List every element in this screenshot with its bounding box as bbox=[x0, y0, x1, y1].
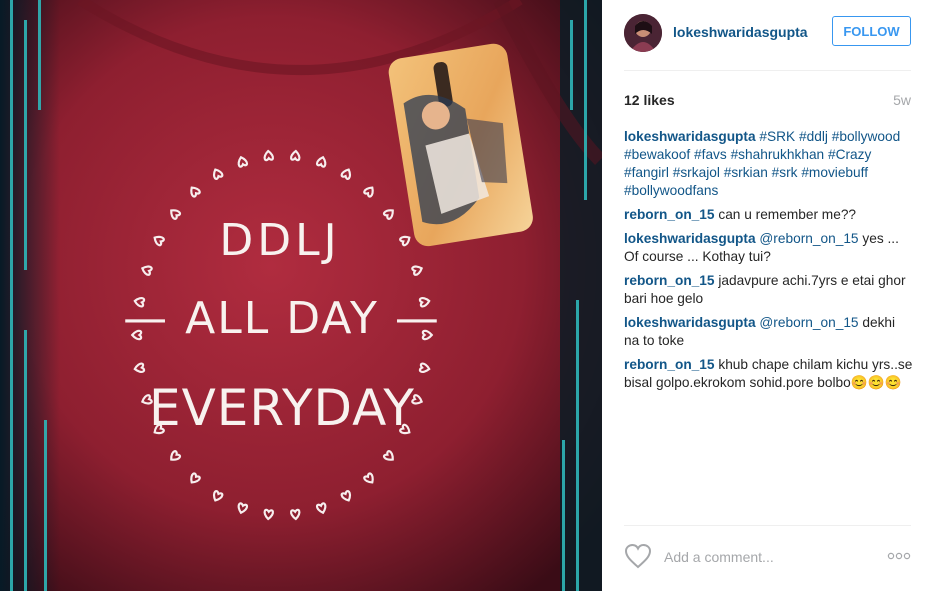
post-header: lokeshwaridasgupta FOLLOW bbox=[624, 14, 911, 52]
avatar-image bbox=[624, 14, 662, 52]
comment-text: can u remember me?? bbox=[718, 207, 857, 222]
hashtag-link[interactable]: #moviebuff bbox=[801, 165, 868, 180]
post-age[interactable]: 5w bbox=[893, 92, 911, 108]
hashtag-link[interactable]: #bewakoof bbox=[624, 147, 690, 162]
hashtag-link[interactable]: #srk bbox=[772, 165, 798, 180]
comment-footer bbox=[624, 540, 911, 576]
post-details-panel: lokeshwaridasgupta FOLLOW 12 likes 5w lo… bbox=[602, 0, 931, 591]
caption: lokeshwaridasgupta #SRK #ddlj #bollywood… bbox=[624, 128, 914, 200]
comments: reborn_on_15 can u remember me?? lokeshwa… bbox=[624, 206, 914, 392]
caption-username[interactable]: lokeshwaridasgupta bbox=[624, 129, 756, 144]
comment-item: reborn_on_15 khub chape chilam kichu yrs… bbox=[624, 356, 914, 392]
comment-username[interactable]: reborn_on_15 bbox=[624, 357, 715, 372]
hashtag-link[interactable]: #SRK bbox=[759, 129, 795, 144]
header-divider bbox=[624, 70, 911, 71]
comment-item: reborn_on_15 can u remember me?? bbox=[624, 206, 914, 224]
hashtag-link[interactable]: #srkajol bbox=[673, 165, 720, 180]
comment-username[interactable]: reborn_on_15 bbox=[624, 273, 715, 288]
footer-divider bbox=[624, 525, 911, 526]
comment-mention[interactable]: @reborn_on_15 bbox=[759, 231, 858, 246]
hashtag-link[interactable]: #ddlj bbox=[799, 129, 828, 144]
comment-username[interactable]: reborn_on_15 bbox=[624, 207, 715, 222]
slogan-line-2: — ALL DAY — bbox=[123, 293, 441, 344]
comment-list: lokeshwaridasgupta #SRK #ddlj #bollywood… bbox=[624, 128, 914, 398]
avatar[interactable] bbox=[624, 14, 662, 52]
comment-item: lokeshwaridasgupta @reborn_on_15 dekhi n… bbox=[624, 314, 914, 350]
hashtag-link[interactable]: #Crazy bbox=[828, 147, 871, 162]
username-link[interactable]: lokeshwaridasgupta bbox=[673, 24, 808, 40]
slogan-line-3: EVERYDAY bbox=[149, 379, 415, 437]
comment-mention[interactable]: @reborn_on_15 bbox=[759, 315, 858, 330]
tshirt-photo: DDLJ — ALL DAY — EVERYDAY bbox=[0, 0, 602, 591]
post-photo[interactable]: DDLJ — ALL DAY — EVERYDAY bbox=[0, 0, 602, 591]
add-comment-input[interactable] bbox=[662, 548, 886, 566]
follow-button[interactable]: FOLLOW bbox=[832, 16, 911, 46]
hashtag-link[interactable]: #srkian bbox=[724, 165, 768, 180]
comment-item: reborn_on_15 jadavpure achi.7yrs e etai … bbox=[624, 272, 914, 308]
more-options-icon[interactable] bbox=[887, 550, 911, 562]
hashtag-link[interactable]: #bollywood bbox=[832, 129, 900, 144]
slogan-line-1: DDLJ bbox=[219, 215, 340, 266]
comment-username[interactable]: lokeshwaridasgupta bbox=[624, 231, 756, 246]
comment-item: lokeshwaridasgupta @reborn_on_15 yes ...… bbox=[624, 230, 914, 266]
hashtag-link[interactable]: #favs bbox=[694, 147, 727, 162]
hashtag-link[interactable]: #bollywoodfans bbox=[624, 183, 718, 198]
hashtag-link[interactable]: #fangirl bbox=[624, 165, 669, 180]
likes-count[interactable]: 12 likes bbox=[624, 92, 675, 108]
instagram-post-modal: DDLJ — ALL DAY — EVERYDAY lokeshwaridasg… bbox=[0, 0, 931, 591]
like-heart-icon[interactable] bbox=[624, 543, 652, 569]
hashtag-link[interactable]: #shahrukhkhan bbox=[731, 147, 825, 162]
comment-username[interactable]: lokeshwaridasgupta bbox=[624, 315, 756, 330]
